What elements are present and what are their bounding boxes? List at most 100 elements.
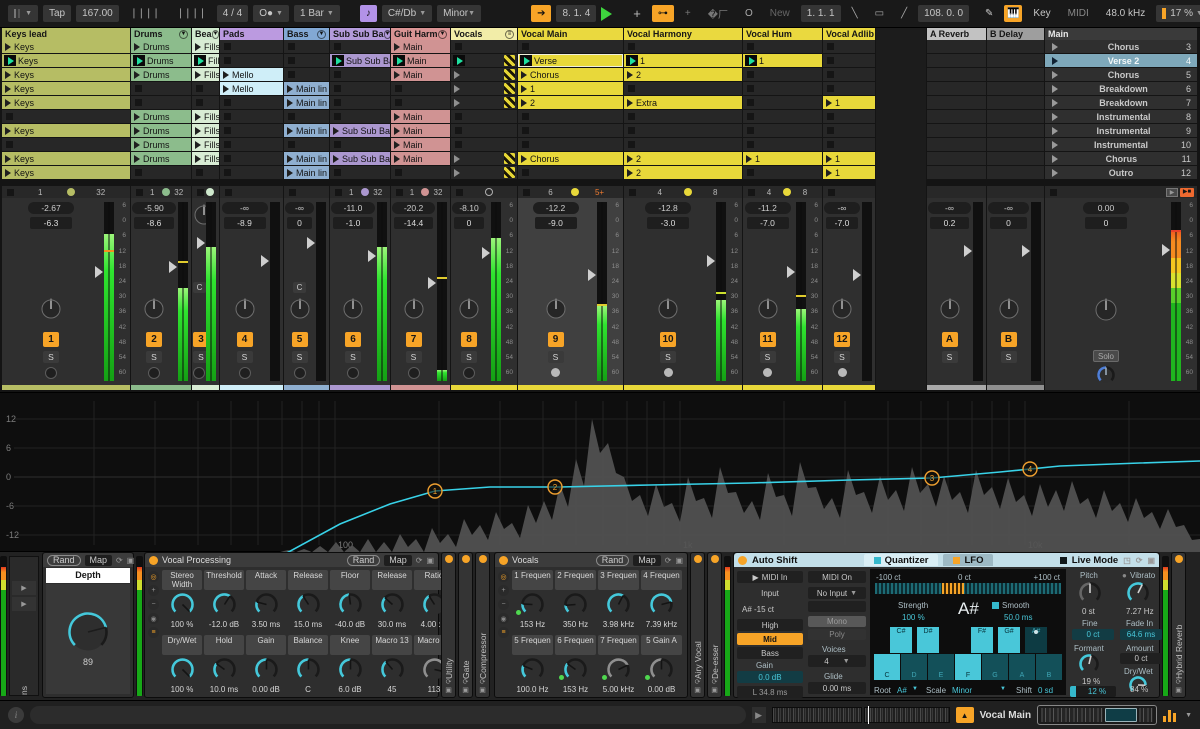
macro-control[interactable]: 6 Frequen 153 Hz [555, 635, 596, 694]
clip-slot[interactable] [518, 124, 623, 137]
scene-play-icon[interactable] [1052, 126, 1058, 135]
clip-stop-button[interactable] [628, 113, 635, 120]
cue-knob[interactable] [238, 367, 251, 379]
track-activator[interactable]: 10 [660, 332, 676, 347]
clip-stop-button[interactable] [455, 127, 462, 134]
scene-play-icon[interactable] [1052, 56, 1058, 65]
clip-slot[interactable] [192, 96, 219, 109]
clip-play-icon[interactable] [454, 84, 460, 93]
hot-swap-icon[interactable]: ◳ [1123, 556, 1131, 565]
clip-slot[interactable] [330, 110, 390, 123]
track-activator[interactable]: 11 [759, 332, 776, 347]
stop-all-clips-button[interactable]: ▶■ [1180, 187, 1194, 197]
peak-level-display[interactable]: -11.2 [744, 202, 791, 214]
clip-stop-button[interactable] [196, 169, 203, 176]
clip-play-icon[interactable] [195, 126, 201, 135]
solo-button[interactable]: S [461, 351, 477, 363]
stop-all-button[interactable] [396, 188, 403, 196]
solo-button[interactable]: S [941, 351, 958, 363]
clip-slot[interactable]: Main lin [284, 166, 329, 179]
voices-menu[interactable]: 4 ▼ [808, 655, 866, 667]
fader-handle[interactable] [95, 266, 103, 278]
macro-control[interactable]: 3 Frequen 3.98 kHz [598, 570, 639, 629]
track-activator[interactable]: 1 [43, 332, 59, 347]
tab-lfo[interactable]: LFO [943, 554, 994, 566]
clip-stop-button[interactable] [827, 85, 834, 92]
clip-stop-button[interactable] [827, 127, 834, 134]
save-icon[interactable]: ▣ [1175, 687, 1182, 695]
scene-play-icon[interactable] [1052, 70, 1058, 79]
macro-page-icon[interactable]: ◉ [498, 613, 509, 624]
macro-knob[interactable] [520, 657, 545, 684]
clip-slot[interactable] [624, 40, 742, 53]
refresh-icon[interactable]: ⟳ [463, 679, 469, 687]
clip-play-icon[interactable] [195, 70, 201, 79]
track-status-row[interactable]: 1 32 [2, 186, 130, 198]
device-activator[interactable] [149, 555, 158, 565]
clip-slot[interactable]: Extra [624, 96, 742, 109]
clip-stop-button[interactable] [522, 113, 529, 120]
input-extra-field[interactable] [808, 601, 866, 612]
clip-stop-button[interactable] [334, 99, 341, 106]
clip-slot[interactable] [743, 110, 822, 123]
clip-play-icon[interactable] [826, 154, 832, 163]
stop-all-button[interactable] [523, 188, 530, 196]
play-button[interactable] [601, 6, 613, 21]
clip-play-icon[interactable] [826, 98, 832, 107]
clip-play-icon[interactable] [134, 70, 140, 79]
fader-handle[interactable] [428, 277, 436, 290]
clip-slot[interactable]: Keys [2, 68, 130, 81]
clip-slot[interactable]: Fills [192, 110, 219, 123]
macro-knob[interactable] [254, 592, 279, 619]
clip-play-icon[interactable] [134, 140, 140, 149]
solo-button[interactable]: S [405, 351, 422, 363]
clip-slot[interactable] [2, 110, 130, 123]
poly-button[interactable]: Poly [808, 629, 866, 640]
drywet-value[interactable]: 84 % [1130, 685, 1148, 694]
pan-knob[interactable] [143, 298, 165, 320]
track-status-row[interactable] [284, 186, 329, 198]
solo-button[interactable]: S [834, 351, 850, 363]
info-icon[interactable]: i [8, 707, 24, 723]
stop-all-button[interactable] [629, 188, 636, 196]
pan-knob[interactable] [831, 298, 853, 320]
solo-button[interactable]: Solo [1093, 350, 1119, 362]
stop-all-button[interactable] [136, 188, 143, 196]
macro-knob[interactable] [380, 657, 405, 684]
peak-level-display[interactable]: -12.2 [532, 202, 579, 214]
clip-slot[interactable]: Main lin [284, 82, 329, 95]
solo-button[interactable]: S [236, 351, 253, 363]
clip-play-icon[interactable] [394, 70, 400, 79]
refresh-icon[interactable]: ⟳ [695, 679, 701, 687]
scene-row[interactable]: Breakdown 6 [1045, 82, 1197, 95]
device-activator[interactable] [478, 555, 487, 563]
eq-eight-display[interactable]: 1260-6-121001k10k1234 [0, 392, 1200, 556]
track-fold-icon[interactable]: ▼ [211, 29, 219, 39]
clip-playing-icon[interactable] [133, 55, 145, 66]
refresh-icon[interactable]: ⟳ [416, 556, 423, 565]
clip-slot[interactable] [624, 124, 742, 137]
ffollow-box[interactable]: 12 % [1070, 686, 1116, 697]
clip-slot[interactable] [518, 166, 623, 179]
volume-field[interactable]: 0 [454, 217, 484, 229]
track-status-row[interactable] [451, 186, 517, 198]
collapsed-device-hybrid-reverb[interactable]: Hybrid Reverb ⟳ ▣ [1171, 552, 1186, 698]
fader-handle[interactable] [588, 269, 596, 282]
clip-slot[interactable] [330, 68, 390, 81]
macro-knob[interactable] [170, 592, 195, 619]
clip-slot[interactable] [624, 110, 742, 123]
clip-playing-icon[interactable] [393, 55, 405, 66]
save-icon[interactable]: ▣ [694, 687, 701, 695]
clip-play-icon[interactable] [287, 154, 293, 163]
stop-all-button[interactable] [456, 188, 463, 196]
clip-slot[interactable] [518, 40, 623, 53]
macro-knob[interactable] [563, 592, 588, 619]
macro-control[interactable]: Gain 0.00 dB [246, 635, 286, 694]
macro-knob[interactable] [296, 592, 321, 619]
smooth-value[interactable]: 50.0 ms [1004, 613, 1032, 622]
clip-slot[interactable] [131, 166, 191, 179]
clip-stop-button[interactable] [522, 141, 529, 148]
clip-playing-icon[interactable] [4, 55, 16, 66]
macro-knob[interactable] [380, 592, 405, 619]
clip-stop-button[interactable] [522, 169, 529, 176]
